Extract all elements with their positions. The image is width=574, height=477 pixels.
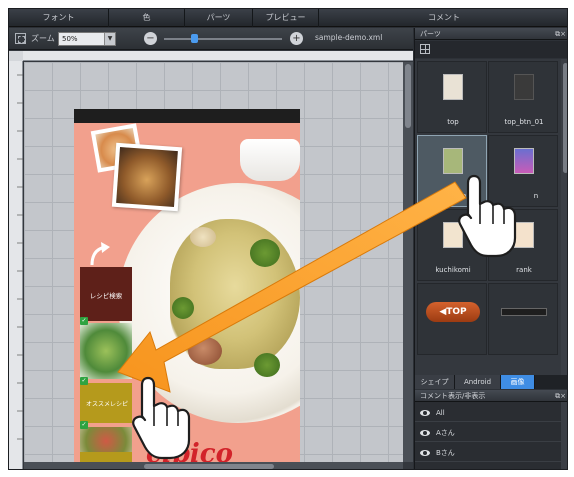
design-canvas[interactable]: レシピ検索 ✓ オススメレシピ ✓ ✓ cipico — [24, 62, 403, 462]
food-photo — [111, 142, 183, 212]
zoom-slider-handle[interactable] — [191, 34, 198, 43]
zoom-value: 50% — [62, 35, 78, 43]
tab-color[interactable]: 色 — [109, 9, 185, 27]
food-topping-image — [190, 227, 216, 247]
comment-label: All — [436, 409, 445, 417]
tab-android[interactable]: Android — [455, 375, 501, 389]
salad-card[interactable] — [80, 323, 132, 379]
part-label: top_btn_01 — [504, 118, 544, 126]
mushroom-image — [188, 337, 222, 365]
tab-parts[interactable]: パーツ — [185, 9, 253, 27]
top-tab-bar: フォント 色 パーツ プレビュー コメント — [9, 9, 567, 27]
comment-scrollbar[interactable] — [561, 402, 567, 469]
file-name: sample-demo.xml — [315, 33, 383, 42]
part-label: top_btn — [439, 192, 467, 200]
broccoli-image — [172, 297, 194, 319]
tab-comment[interactable]: コメント — [319, 9, 567, 27]
comment-row[interactable]: Bさん — [415, 444, 561, 462]
checkmark-icon: ✓ — [80, 421, 88, 429]
part-item[interactable]: top — [417, 61, 487, 133]
app-window: フォント 色 パーツ プレビュー コメント ズーム 50% ▼ − + samp… — [8, 8, 568, 470]
top-button-text: TOP — [446, 307, 467, 317]
tab-preview[interactable]: プレビュー — [253, 9, 319, 27]
part-item[interactable]: kuchikomi — [417, 209, 487, 281]
part-item[interactable]: top_btn_01 — [488, 61, 558, 133]
tab-font[interactable]: フォント — [9, 9, 109, 27]
top-button-thumbnail: ◀TOP — [426, 302, 480, 322]
part-thumbnail — [501, 308, 547, 316]
parts-scrollbar[interactable] — [561, 59, 567, 375]
recipe-search-card[interactable]: レシピ検索 — [80, 267, 132, 321]
part-label: rank — [516, 266, 532, 274]
part-item[interactable]: rank — [488, 209, 558, 281]
parts-category-tabs: シェイプ Android 画像 — [415, 375, 567, 389]
comment-label: Aさん — [436, 429, 455, 437]
panel-window-icon[interactable]: ⧉× — [555, 28, 566, 40]
vertical-ruler — [9, 61, 23, 469]
part-thumbnail — [514, 222, 534, 248]
phone-preview[interactable]: レシピ検索 ✓ オススメレシピ ✓ ✓ cipico — [74, 109, 300, 462]
horizontal-ruler — [23, 51, 413, 61]
fit-to-window-icon[interactable] — [15, 33, 26, 44]
app-logo: cipico — [146, 439, 233, 462]
broccoli-image — [254, 353, 280, 377]
parts-panel-title: パーツ — [420, 30, 441, 38]
zoom-toolbar: ズーム 50% ▼ − + sample-demo.xml — [9, 28, 413, 50]
right-panel: パーツ ⧉× top top_btn_01 top_btn n kuchikom… — [414, 28, 567, 469]
recipe-search-label: レシピ検索 — [89, 292, 123, 300]
comments-panel-header: コメント表示/非表示 ⧉× — [415, 390, 567, 402]
eye-icon[interactable] — [420, 430, 430, 436]
parts-toolbar — [415, 41, 567, 58]
part-item[interactable] — [488, 283, 558, 355]
eye-icon[interactable] — [420, 410, 430, 416]
comments-panel-title: コメント表示/非表示 — [420, 392, 486, 400]
part-item[interactable]: ◀TOP — [417, 283, 487, 355]
zoom-select[interactable]: 50% ▼ — [58, 32, 116, 46]
part-item-selected[interactable]: top_btn — [417, 135, 487, 207]
recommend-card[interactable]: オススメレシピ — [80, 383, 132, 423]
grid-view-icon[interactable] — [420, 44, 430, 54]
parts-grid: top top_btn_01 top_btn n kuchikomi rank — [415, 59, 561, 375]
zoom-out-button[interactable]: − — [144, 32, 157, 45]
ruler-corner — [9, 51, 23, 61]
part-label: kuchikomi — [435, 266, 471, 274]
cup-image — [240, 139, 300, 181]
ruler-ticks-vertical — [17, 74, 23, 440]
eye-icon[interactable] — [420, 450, 430, 456]
panel-window-icon[interactable]: ⧉× — [555, 390, 566, 402]
canvas-horizontal-scrollbar[interactable] — [24, 462, 403, 469]
part-thumbnail — [443, 222, 463, 248]
editor-pane: ズーム 50% ▼ − + sample-demo.xml レシピ検索 ✓ オス… — [9, 28, 413, 469]
tab-image[interactable]: 画像 — [501, 375, 535, 389]
ruler-ticks — [23, 56, 413, 61]
part-label: top — [447, 118, 459, 126]
part-thumbnail — [514, 74, 534, 100]
comment-row[interactable]: Aさん — [415, 424, 561, 442]
phone-status-bar — [74, 109, 300, 123]
checkmark-icon: ✓ — [80, 317, 88, 325]
comment-list: All Aさん Bさん — [415, 402, 567, 469]
comment-label: Bさん — [436, 449, 455, 457]
curved-arrow-icon — [90, 242, 110, 266]
checkmark-icon: ✓ — [80, 377, 88, 385]
tab-shape[interactable]: シェイプ — [415, 375, 455, 389]
zoom-label: ズーム — [31, 34, 55, 43]
part-label: n — [533, 192, 539, 200]
food-card[interactable] — [80, 427, 132, 462]
parts-panel-header: パーツ ⧉× — [415, 28, 567, 40]
chevron-down-icon: ▼ — [104, 33, 115, 45]
part-thumbnail — [443, 74, 463, 100]
broccoli-image — [250, 239, 280, 267]
zoom-slider[interactable] — [164, 38, 282, 40]
comment-row[interactable]: All — [415, 404, 561, 422]
part-thumbnail — [443, 148, 463, 174]
recommend-label: オススメレシピ — [86, 401, 129, 408]
canvas-vertical-scrollbar[interactable] — [403, 62, 413, 462]
part-item[interactable]: n — [488, 135, 558, 207]
part-thumbnail — [514, 148, 534, 174]
zoom-in-button[interactable]: + — [290, 32, 303, 45]
